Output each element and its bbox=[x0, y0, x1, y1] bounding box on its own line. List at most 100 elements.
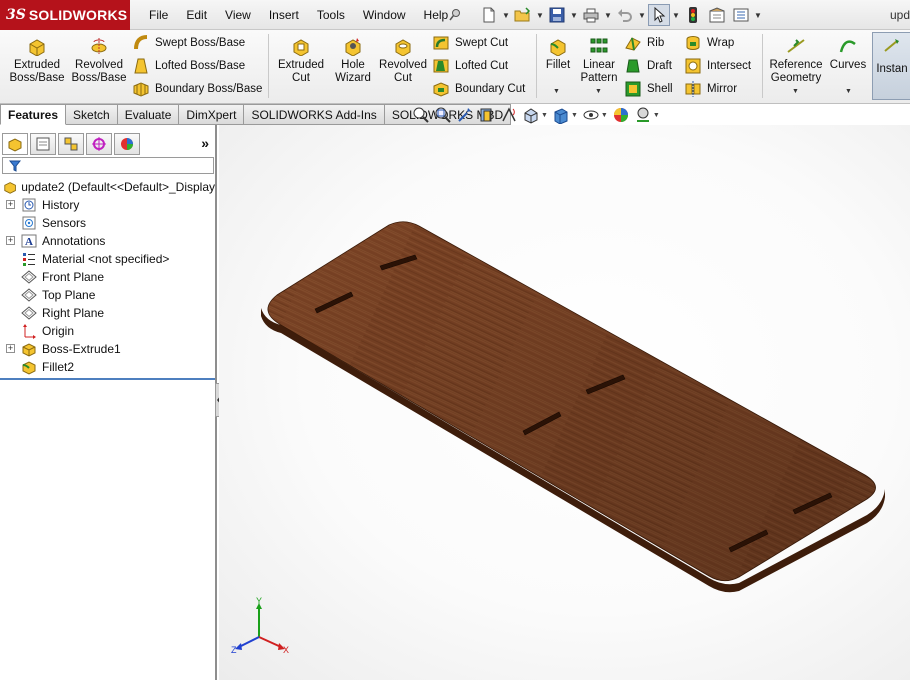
hole-wizard-button[interactable]: Hole Wizard bbox=[330, 36, 376, 85]
linear-pattern-button[interactable]: Linear Pattern bbox=[578, 36, 620, 85]
solidworks-logo[interactable]: 3S SOLIDWORKS bbox=[0, 0, 130, 30]
section-view-icon[interactable] bbox=[478, 106, 496, 124]
tree-item-label: Material <not specified> bbox=[42, 252, 170, 266]
tree-item-material-not-specified[interactable]: Material <not specified> bbox=[0, 250, 215, 268]
swept-boss-button[interactable]: Swept Boss/Base bbox=[132, 33, 245, 53]
lofted-boss-button[interactable]: Lofted Boss/Base bbox=[132, 56, 245, 76]
mirror-button[interactable]: Mirror bbox=[684, 79, 737, 99]
revolved-boss-button[interactable]: Revolved Boss/Base bbox=[70, 36, 128, 85]
tree-item-annotations[interactable]: + A Annotations bbox=[0, 232, 215, 250]
boundary-cut-button[interactable]: Boundary Cut bbox=[432, 79, 525, 99]
rib-button[interactable]: Rib bbox=[624, 33, 664, 53]
tree-item-boss-extrude1[interactable]: + Boss-Extrude1 bbox=[0, 340, 215, 358]
part-model[interactable] bbox=[219, 125, 910, 680]
chevron-down-icon[interactable]: ▼ bbox=[553, 88, 560, 95]
graphics-area[interactable]: Y X Z bbox=[219, 125, 910, 680]
pin-icon[interactable] bbox=[444, 4, 466, 26]
tab-features[interactable]: Features bbox=[0, 104, 67, 125]
tree-item-top-plane[interactable]: Top Plane bbox=[0, 286, 215, 304]
configuration-manager-icon[interactable] bbox=[58, 133, 84, 155]
ds-logo-mark: 3S bbox=[6, 7, 26, 23]
chevron-down-icon[interactable]: ▼ bbox=[595, 88, 602, 95]
chevron-down-icon[interactable]: ▼ bbox=[672, 11, 680, 20]
expand-toggle-icon[interactable]: + bbox=[6, 236, 15, 245]
tree-rollback-bar[interactable] bbox=[0, 378, 215, 380]
draft-button[interactable]: Draft bbox=[624, 56, 672, 76]
boundary-boss-button[interactable]: Boundary Boss/Base bbox=[132, 79, 262, 99]
display-style-icon[interactable] bbox=[552, 106, 570, 124]
tree-item-origin[interactable]: Origin bbox=[0, 322, 215, 340]
tree-item-front-plane[interactable]: Front Plane bbox=[0, 268, 215, 286]
view-orientation-icon[interactable] bbox=[522, 106, 540, 124]
tree-filter-input[interactable] bbox=[2, 157, 214, 174]
previous-view-icon[interactable] bbox=[456, 106, 474, 124]
extruded-boss-button[interactable]: Extruded Boss/Base bbox=[8, 36, 66, 85]
file-properties-icon[interactable] bbox=[706, 4, 728, 26]
rebuild-icon[interactable] bbox=[682, 4, 704, 26]
tree-item-right-plane[interactable]: Right Plane bbox=[0, 304, 215, 322]
tab-sketch[interactable]: Sketch bbox=[66, 104, 118, 125]
menu-tools[interactable]: Tools bbox=[308, 8, 354, 22]
menu-edit[interactable]: Edit bbox=[177, 8, 216, 22]
chevron-down-icon[interactable]: ▼ bbox=[571, 112, 578, 119]
zoom-to-fit-icon[interactable] bbox=[412, 106, 430, 124]
chevron-down-icon[interactable]: ▼ bbox=[754, 11, 762, 20]
print-icon[interactable] bbox=[580, 4, 602, 26]
chevron-down-icon[interactable]: ▼ bbox=[536, 11, 544, 20]
undo-icon[interactable] bbox=[614, 4, 636, 26]
menu-view[interactable]: View bbox=[216, 8, 260, 22]
chevron-down-icon[interactable]: ▼ bbox=[541, 112, 548, 119]
tab-evaluate[interactable]: Evaluate bbox=[117, 104, 180, 125]
fillet-button[interactable]: Fillet bbox=[540, 36, 576, 72]
lofted-cut-button[interactable]: Lofted Cut bbox=[432, 56, 508, 76]
select-icon[interactable] bbox=[648, 4, 670, 26]
chevron-down-icon[interactable]: ▼ bbox=[604, 11, 612, 20]
menu-window[interactable]: Window bbox=[354, 8, 415, 22]
tree-item-history[interactable]: + History bbox=[0, 196, 215, 214]
quick-access-toolbar: ▼ ▼ ▼ ▼ ▼ ▼ ▼ bbox=[444, 0, 762, 30]
tab-dimxpert[interactable]: DimXpert bbox=[179, 104, 245, 125]
hide-show-items-icon[interactable] bbox=[582, 106, 600, 124]
expand-toggle-icon[interactable]: + bbox=[6, 200, 15, 209]
shell-label: Shell bbox=[647, 83, 673, 95]
display-manager-icon[interactable] bbox=[114, 133, 140, 155]
curves-button[interactable]: Curves bbox=[828, 36, 868, 72]
material-icon bbox=[21, 251, 37, 267]
expand-toggle-icon[interactable]: + bbox=[6, 344, 15, 353]
instant3d-button[interactable]: Instan bbox=[872, 32, 910, 100]
tree-item-fillet2[interactable]: Fillet2 bbox=[0, 358, 215, 376]
new-document-icon[interactable] bbox=[478, 4, 500, 26]
feature-manager-icon[interactable] bbox=[2, 133, 28, 155]
expand-panel-icon[interactable]: » bbox=[201, 135, 209, 151]
swept-cut-button[interactable]: Swept Cut bbox=[432, 33, 508, 53]
dynamic-annotation-icon[interactable] bbox=[500, 106, 518, 124]
tree-root-part[interactable]: update2 (Default<<Default>_Display bbox=[0, 178, 215, 196]
shell-button[interactable]: Shell bbox=[624, 79, 673, 99]
chevron-down-icon[interactable]: ▼ bbox=[570, 11, 578, 20]
open-icon[interactable] bbox=[512, 4, 534, 26]
options-icon[interactable] bbox=[730, 4, 752, 26]
revolved-cut-button[interactable]: Revolved Cut bbox=[378, 36, 428, 85]
chevron-down-icon[interactable]: ▼ bbox=[502, 11, 510, 20]
save-icon[interactable] bbox=[546, 4, 568, 26]
apply-scene-icon[interactable] bbox=[634, 106, 652, 124]
chevron-down-icon[interactable]: ▼ bbox=[653, 112, 660, 119]
intersect-button[interactable]: Intersect bbox=[684, 56, 751, 76]
chevron-down-icon[interactable]: ▼ bbox=[601, 112, 608, 119]
dimxpert-manager-icon[interactable] bbox=[86, 133, 112, 155]
chevron-down-icon[interactable]: ▼ bbox=[845, 88, 852, 95]
chevron-down-icon[interactable]: ▼ bbox=[638, 11, 646, 20]
edit-appearance-icon[interactable] bbox=[612, 106, 630, 124]
chevron-down-icon[interactable]: ▼ bbox=[792, 88, 799, 95]
menu-file[interactable]: File bbox=[140, 8, 177, 22]
reference-geometry-button[interactable]: Reference Geometry bbox=[766, 36, 826, 85]
tab-addins[interactable]: SOLIDWORKS Add-Ins bbox=[244, 104, 385, 125]
separator bbox=[268, 34, 269, 98]
wrap-button[interactable]: Wrap bbox=[684, 33, 734, 53]
zoom-to-area-icon[interactable] bbox=[434, 106, 452, 124]
revolved-cut-icon bbox=[395, 39, 411, 56]
tree-item-sensors[interactable]: Sensors bbox=[0, 214, 215, 232]
property-manager-icon[interactable] bbox=[30, 133, 56, 155]
extruded-cut-button[interactable]: Extruded Cut bbox=[274, 36, 328, 85]
menu-insert[interactable]: Insert bbox=[260, 8, 308, 22]
